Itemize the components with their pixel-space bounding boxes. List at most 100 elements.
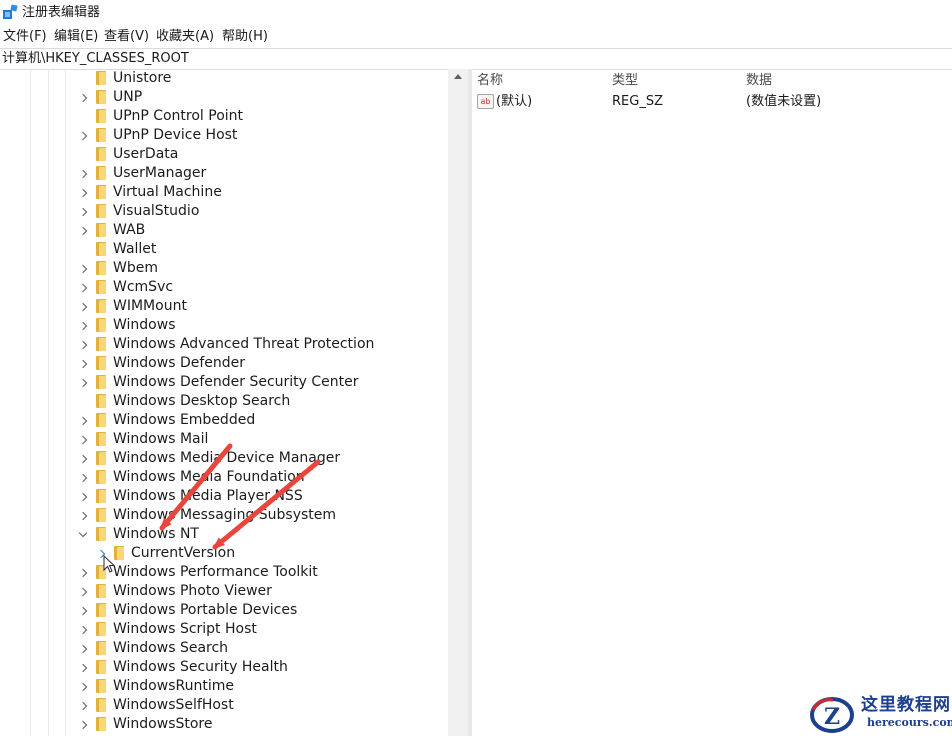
expand-chevron-icon[interactable] xyxy=(78,435,88,445)
expand-chevron-icon[interactable] xyxy=(78,283,88,293)
tree-item-label[interactable]: UNP xyxy=(113,88,142,107)
tree-item[interactable]: Unistore xyxy=(0,69,448,88)
menu-edit[interactable]: 编辑(E) xyxy=(54,29,98,45)
menu-help[interactable]: 帮助(H) xyxy=(222,29,268,45)
tree-item[interactable]: UserManager xyxy=(0,164,448,183)
tree-item-label[interactable]: Windows Performance Toolkit xyxy=(113,563,318,582)
tree-item-label[interactable]: Windows Mail xyxy=(113,430,208,449)
menu-favorites[interactable]: 收藏夹(A) xyxy=(156,29,214,45)
expand-chevron-icon[interactable] xyxy=(78,625,88,635)
tree-item[interactable]: Windows Media Player NSS xyxy=(0,487,448,506)
tree-item[interactable]: Windows Security Health xyxy=(0,658,448,677)
tree-item[interactable]: Windows Embedded xyxy=(0,411,448,430)
tree-item[interactable]: Windows Desktop Search xyxy=(0,392,448,411)
tree-item[interactable]: Windows Mail xyxy=(0,430,448,449)
tree-item-label[interactable]: Windows NT xyxy=(113,525,199,544)
tree-item-label[interactable]: Windows Search xyxy=(113,639,228,658)
tree-item-label[interactable]: CurrentVersion xyxy=(131,544,235,563)
tree-item[interactable]: Windows Search xyxy=(0,639,448,658)
expand-chevron-icon[interactable] xyxy=(78,587,88,597)
tree-item[interactable]: WAB xyxy=(0,221,448,240)
menu-view[interactable]: 查看(V) xyxy=(104,29,149,45)
column-header-name[interactable]: 名称 xyxy=(477,72,503,89)
tree-item-label[interactable]: Wallet xyxy=(113,240,156,259)
tree-item[interactable]: Windows NT xyxy=(0,525,448,544)
expand-chevron-icon[interactable] xyxy=(78,131,88,141)
registry-tree[interactable]: Unistore UNP UPnP Control Point UPnP Device… xyxy=(0,69,448,736)
tree-item-label[interactable]: Unistore xyxy=(113,69,171,88)
expand-chevron-icon[interactable] xyxy=(78,321,88,331)
tree-item[interactable]: WindowsStore xyxy=(0,715,448,734)
tree-item-label[interactable]: UserData xyxy=(113,145,178,164)
expand-chevron-icon[interactable] xyxy=(78,359,88,369)
tree-item-label[interactable]: UserManager xyxy=(113,164,206,183)
tree-item-label[interactable]: Windows xyxy=(113,316,176,335)
tree-item[interactable]: Windows Advanced Threat Protection xyxy=(0,335,448,354)
expand-chevron-icon[interactable] xyxy=(78,568,88,578)
expand-chevron-icon[interactable] xyxy=(78,340,88,350)
tree-item[interactable]: UserData xyxy=(0,145,448,164)
column-header-data[interactable]: 数据 xyxy=(746,72,772,89)
tree-item[interactable]: Wallet xyxy=(0,240,448,259)
expand-chevron-icon[interactable] xyxy=(78,416,88,426)
expand-chevron-icon[interactable] xyxy=(78,264,88,274)
tree-item[interactable]: WIMMount xyxy=(0,297,448,316)
tree-item[interactable]: Windows Defender xyxy=(0,354,448,373)
tree-item-label[interactable]: Windows Portable Devices xyxy=(113,601,297,620)
menu-file[interactable]: 文件(F) xyxy=(3,29,47,45)
tree-scrollbar[interactable] xyxy=(448,69,468,736)
expand-chevron-icon[interactable] xyxy=(78,492,88,502)
tree-item[interactable]: Windows Media Device Manager xyxy=(0,449,448,468)
expand-chevron-icon[interactable] xyxy=(78,701,88,711)
value-data[interactable]: (数值未设置) xyxy=(746,93,821,110)
tree-item[interactable]: UNP xyxy=(0,88,448,107)
tree-item[interactable]: Windows Messaging Subsystem xyxy=(0,506,448,525)
tree-item[interactable]: Windows Performance Toolkit xyxy=(0,563,448,582)
expand-chevron-icon[interactable] xyxy=(78,302,88,312)
tree-item[interactable]: Windows Defender Security Center xyxy=(0,373,448,392)
tree-item-label[interactable]: Windows Embedded xyxy=(113,411,255,430)
expand-chevron-icon[interactable] xyxy=(78,378,88,388)
tree-item[interactable]: Windows Portable Devices xyxy=(0,601,448,620)
expand-chevron-icon[interactable] xyxy=(78,682,88,692)
tree-item-label[interactable]: Windows Messaging Subsystem xyxy=(113,506,336,525)
tree-item-label[interactable]: Virtual Machine xyxy=(113,183,222,202)
value-name[interactable]: (默认) xyxy=(496,93,532,110)
expand-chevron-icon[interactable] xyxy=(78,720,88,730)
tree-item-label[interactable]: WindowsRuntime xyxy=(113,677,234,696)
tree-item[interactable]: Windows Script Host xyxy=(0,620,448,639)
expanded-chevron-icon[interactable] xyxy=(78,528,88,538)
tree-item[interactable]: WindowsRuntime xyxy=(0,677,448,696)
tree-item[interactable]: VisualStudio xyxy=(0,202,448,221)
expand-chevron-icon[interactable] xyxy=(78,473,88,483)
tree-item-label[interactable]: Windows Desktop Search xyxy=(113,392,290,411)
address-bar[interactable]: 计算机\HKEY_CLASSES_ROOT xyxy=(0,48,952,70)
tree-item-label[interactable]: WindowsStore xyxy=(113,715,213,734)
tree-item-label[interactable]: Windows Security Health xyxy=(113,658,288,677)
tree-item[interactable]: UPnP Control Point xyxy=(0,107,448,126)
scroll-up-icon[interactable] xyxy=(454,74,462,79)
tree-item-label[interactable]: UPnP Device Host xyxy=(113,126,237,145)
tree-item-label[interactable]: Windows Advanced Threat Protection xyxy=(113,335,374,354)
expand-chevron-icon[interactable] xyxy=(78,226,88,236)
tree-item[interactable]: Windows Media Foundation xyxy=(0,468,448,487)
tree-item-label[interactable]: WindowsSelfHost xyxy=(113,696,234,715)
tree-item-label[interactable]: Windows Defender xyxy=(113,354,245,373)
expand-chevron-icon[interactable] xyxy=(78,188,88,198)
tree-item-label[interactable]: WIMMount xyxy=(113,297,187,316)
tree-item-label[interactable]: WcmSvc xyxy=(113,278,173,297)
tree-item-label[interactable]: Wbem xyxy=(113,259,158,278)
tree-item[interactable]: WcmSvc xyxy=(0,278,448,297)
tree-item[interactable]: Wbem xyxy=(0,259,448,278)
column-header-type[interactable]: 类型 xyxy=(612,72,638,89)
expand-chevron-icon[interactable] xyxy=(78,207,88,217)
tree-item-label[interactable]: Windows Media Device Manager xyxy=(113,449,340,468)
tree-item-label[interactable]: Windows Media Foundation xyxy=(113,468,305,487)
expand-chevron-icon[interactable] xyxy=(78,169,88,179)
tree-item[interactable]: Windows xyxy=(0,316,448,335)
address-path[interactable]: 计算机\HKEY_CLASSES_ROOT xyxy=(2,50,189,67)
tree-item-label[interactable]: VisualStudio xyxy=(113,202,199,221)
tree-item[interactable]: CurrentVersion xyxy=(0,544,448,563)
tree-item-label[interactable]: Windows Defender Security Center xyxy=(113,373,359,392)
tree-item-label[interactable]: Windows Media Player NSS xyxy=(113,487,303,506)
